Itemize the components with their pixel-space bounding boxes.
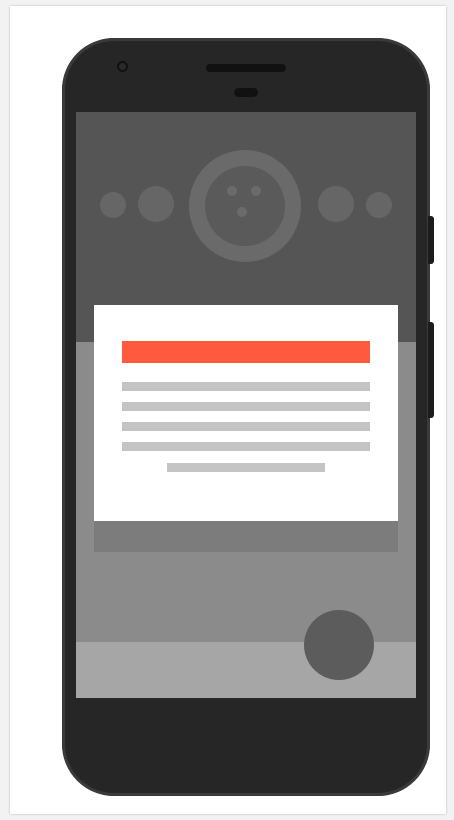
volume-button xyxy=(428,322,434,418)
card-text-placeholder xyxy=(122,422,370,431)
avatar-main-inner xyxy=(205,166,285,246)
card-text-placeholder xyxy=(122,442,370,451)
card-text-placeholder xyxy=(167,463,325,472)
card-text-placeholder xyxy=(122,402,370,411)
avatar-feature-dot xyxy=(227,186,237,196)
card-text-placeholder xyxy=(122,382,370,391)
front-camera-icon xyxy=(117,61,128,72)
card-title-placeholder xyxy=(122,341,370,363)
power-button xyxy=(428,216,434,264)
phone-screen xyxy=(76,112,416,698)
avatar-small-left-1 xyxy=(138,186,174,222)
proximity-sensor xyxy=(234,88,258,97)
avatar-small-right-1 xyxy=(318,186,354,222)
earpiece-speaker xyxy=(206,64,286,72)
avatar-feature-dot xyxy=(251,186,261,196)
avatar-feature-dot xyxy=(237,207,247,217)
avatar-main xyxy=(189,150,301,262)
avatar-small-left-2 xyxy=(100,192,126,218)
avatar-small-right-2 xyxy=(366,192,392,218)
floating-action-button[interactable] xyxy=(304,610,374,680)
content-card xyxy=(94,305,398,521)
